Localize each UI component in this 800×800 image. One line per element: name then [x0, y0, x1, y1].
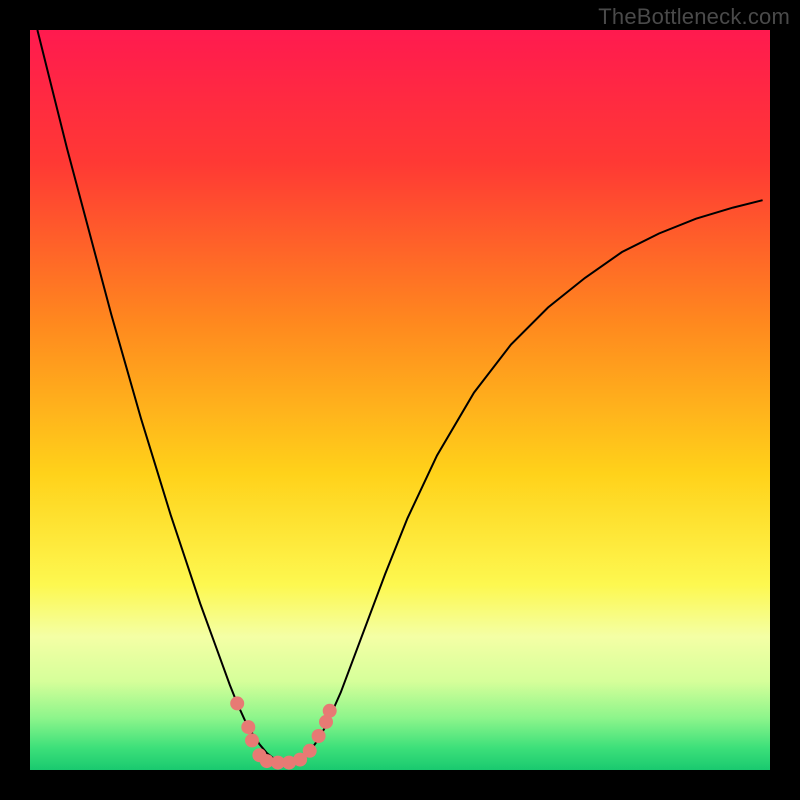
- chart-background: [30, 30, 770, 770]
- highlight-dot: [312, 729, 326, 743]
- chart-frame: TheBottleneck.com: [0, 0, 800, 800]
- highlight-dot: [323, 704, 337, 718]
- highlight-dot: [230, 696, 244, 710]
- highlight-dot: [241, 720, 255, 734]
- highlight-dot: [303, 744, 317, 758]
- highlight-dot: [245, 733, 259, 747]
- bottleneck-chart: [30, 30, 770, 770]
- watermark-text: TheBottleneck.com: [598, 4, 790, 30]
